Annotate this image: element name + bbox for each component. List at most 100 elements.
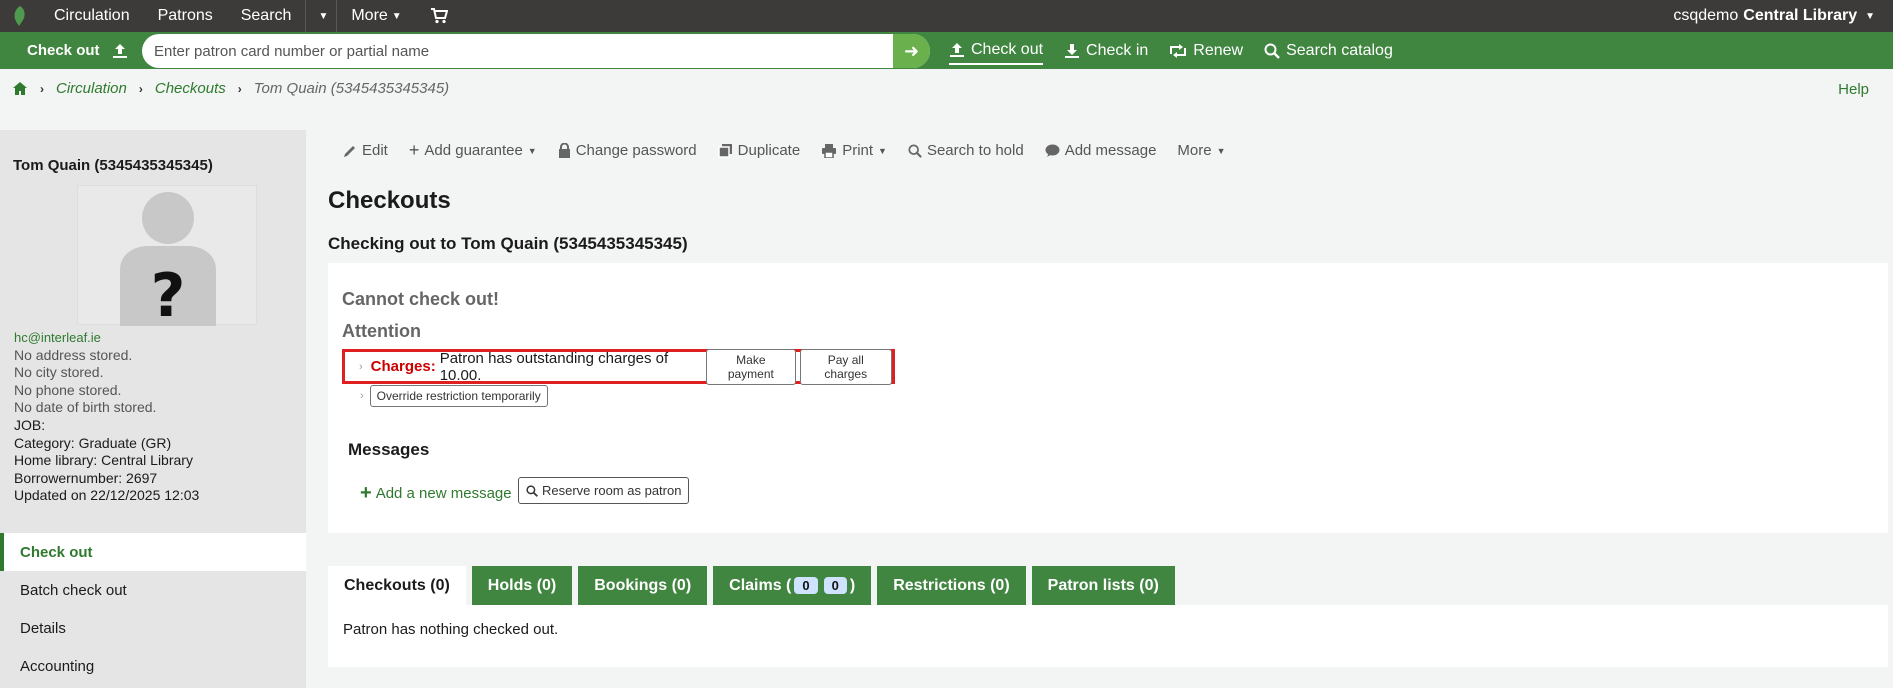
add-message-link-label: Add a new message <box>375 485 512 502</box>
claims-suffix: ) <box>849 576 856 594</box>
arrow-right-icon: ➜ <box>903 40 920 61</box>
tab-restrictions[interactable]: Restrictions (0) <box>877 566 1026 605</box>
checkouts-tab-panel: Patron has nothing checked out. <box>328 605 1888 667</box>
plus-icon: + <box>408 140 420 160</box>
action-renew[interactable]: Renew <box>1169 37 1243 65</box>
caret-down-icon: ▼ <box>1865 10 1875 22</box>
search-dropdown-toggle[interactable]: ▼ <box>306 0 336 32</box>
tab-holds[interactable]: Holds (0) <box>471 566 573 605</box>
breadcrumb-circulation[interactable]: Circulation <box>56 80 127 97</box>
patron-job: JOB: <box>14 416 46 433</box>
add-message-label: Add message <box>1064 142 1157 159</box>
override-restriction-button[interactable]: Override restriction temporarily <box>369 385 548 407</box>
tab-claims[interactable]: Claims ( 0 0 ) <box>713 566 872 605</box>
tab-bookings[interactable]: Bookings (0) <box>578 566 708 605</box>
checkout-bar: Check out ➜ Check out Check in Renew Sea… <box>0 32 1893 69</box>
chevron-right-icon: › <box>360 390 364 402</box>
help-link[interactable]: Help <box>1838 81 1869 98</box>
action-search-catalog[interactable]: Search catalog <box>1264 37 1393 65</box>
patron-borrowernumber: Borrowernumber: 2697 <box>14 469 158 486</box>
submit-arrow-button[interactable]: ➜ <box>893 34 930 68</box>
breadcrumb-current: Tom Quain (5345435345345) <box>253 80 450 97</box>
nav-circulation[interactable]: Circulation <box>40 0 144 32</box>
action-label: Renew <box>1193 41 1244 59</box>
download-icon <box>1065 43 1080 58</box>
page-title: Checkouts <box>328 187 451 214</box>
caret-down-icon: ▼ <box>1216 145 1226 156</box>
add-guarantee-label: Add guarantee <box>424 142 523 159</box>
plus-icon: + <box>360 482 372 504</box>
nav-more[interactable]: More ▼ <box>337 0 415 32</box>
edit-label: Edit <box>362 142 388 159</box>
charges-text: Patron has outstanding charges of 10.00. <box>439 349 669 384</box>
patron-search-input[interactable] <box>142 42 882 60</box>
caret-down-icon: ▼ <box>878 145 887 156</box>
avatar-placeholder-icon: ? <box>120 192 216 331</box>
checkout-subtitle: Checking out to Tom Quain (5345435345345… <box>328 234 688 253</box>
reserve-room-button[interactable]: Reserve room as patron <box>518 477 690 504</box>
circulation-actions: Check out Check in Renew Search catalog <box>949 32 1414 69</box>
action-check-out[interactable]: Check out <box>949 37 1044 65</box>
patron-city: No city stored. <box>14 364 104 381</box>
claims-label: Claims ( <box>729 576 792 594</box>
patron-address: No address stored. <box>14 346 133 363</box>
username: csqdemo <box>1673 7 1739 24</box>
patron-tabs: Checkouts (0) Holds (0) Bookings (0) Cla… <box>328 566 1181 605</box>
change-password-button[interactable]: Change password <box>558 142 697 159</box>
breadcrumb-checkouts[interactable]: Checkouts <box>155 80 226 97</box>
more-button[interactable]: More ▼ <box>1177 142 1225 159</box>
add-guarantee-button[interactable]: + Add guarantee ▼ <box>409 140 537 161</box>
top-navbar: Circulation Patrons Search ▼ More ▼ csqde… <box>0 0 1893 32</box>
menu-accounting[interactable]: Accounting <box>0 647 306 685</box>
menu-check-out[interactable]: Check out <box>0 533 306 571</box>
patron-photo[interactable]: ? <box>77 185 257 331</box>
koha-logo-icon[interactable] <box>0 0 40 32</box>
library-name: Central Library <box>1743 7 1858 24</box>
menu-details[interactable]: Details <box>0 609 306 647</box>
breadcrumb: › Circulation › Checkouts › Tom Quain (5… <box>12 80 449 97</box>
copy-icon <box>717 144 732 158</box>
duplicate-button[interactable]: Duplicate <box>717 142 800 159</box>
cart-icon[interactable] <box>416 0 462 32</box>
nav-more-label: More <box>351 7 388 24</box>
search-icon <box>1264 43 1280 59</box>
nav-patrons[interactable]: Patrons <box>144 0 227 32</box>
chevron-right-icon: › <box>40 81 44 96</box>
print-button[interactable]: Print ▼ <box>821 142 887 159</box>
reserve-room-label: Reserve room as patron <box>542 483 682 498</box>
caret-down-icon: ▼ <box>527 145 537 156</box>
menu-batch-check-out[interactable]: Batch check out <box>0 571 306 609</box>
add-new-message-link[interactable]: + Add a new message <box>360 482 512 505</box>
more-label: More <box>1177 142 1212 159</box>
caret-down-icon: ▼ <box>318 10 329 22</box>
chevron-right-icon: › <box>359 360 363 373</box>
user-menu[interactable]: csqdemo Central Library ▼ <box>1673 0 1875 32</box>
change-password-label: Change password <box>575 142 697 159</box>
print-label: Print <box>842 142 874 159</box>
patron-updated: Updated on 22/12/2025 12:03 <box>14 487 200 504</box>
patron-sidebar: Tom Quain (5345435345345) ? hc@interleaf… <box>0 130 306 688</box>
search-to-hold-button[interactable]: Search to hold <box>908 142 1024 159</box>
chevron-right-icon: › <box>237 81 242 96</box>
checkout-bar-label: Check out <box>0 42 143 59</box>
search-icon <box>908 143 922 158</box>
patron-info: hc@interleaf.ie No address stored. No ci… <box>14 329 199 505</box>
action-label: Search catalog <box>1286 41 1393 59</box>
pay-all-charges-button[interactable]: Pay all charges <box>799 348 892 385</box>
add-message-button[interactable]: Add message <box>1045 142 1157 159</box>
home-icon[interactable] <box>12 81 28 96</box>
patron-email[interactable]: hc@interleaf.ie <box>14 329 199 347</box>
search-icon <box>526 484 538 497</box>
caret-down-icon: ▼ <box>391 10 402 22</box>
nav-search[interactable]: Search <box>227 0 306 32</box>
printer-icon <box>822 143 837 158</box>
make-payment-button[interactable]: Make payment <box>706 348 796 385</box>
lock-icon <box>558 143 570 158</box>
patron-menu: Check out Batch check out Details Accoun… <box>0 533 306 685</box>
edit-button[interactable]: Edit <box>343 142 388 159</box>
svg-text:?: ? <box>151 261 186 326</box>
messages-heading: Messages <box>348 440 430 459</box>
action-check-in[interactable]: Check in <box>1064 37 1148 65</box>
tab-patron-lists[interactable]: Patron lists (0) <box>1031 566 1175 605</box>
tab-checkouts[interactable]: Checkouts (0) <box>328 566 466 605</box>
